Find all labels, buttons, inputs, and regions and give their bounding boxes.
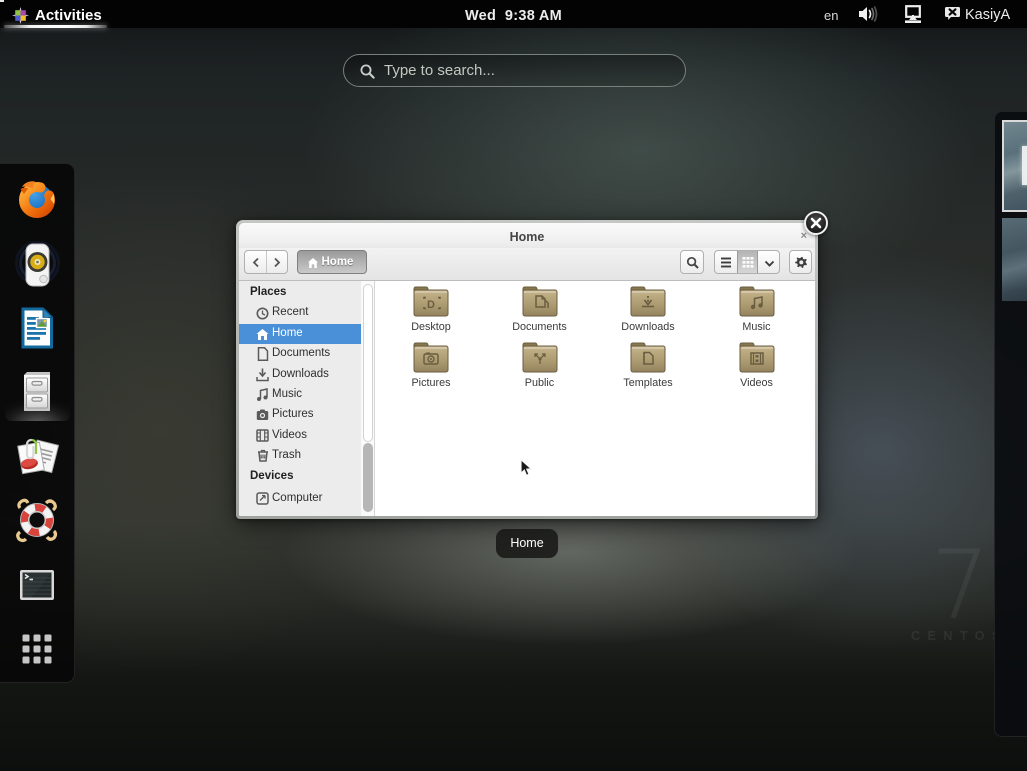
svg-text:D: D <box>427 299 435 311</box>
